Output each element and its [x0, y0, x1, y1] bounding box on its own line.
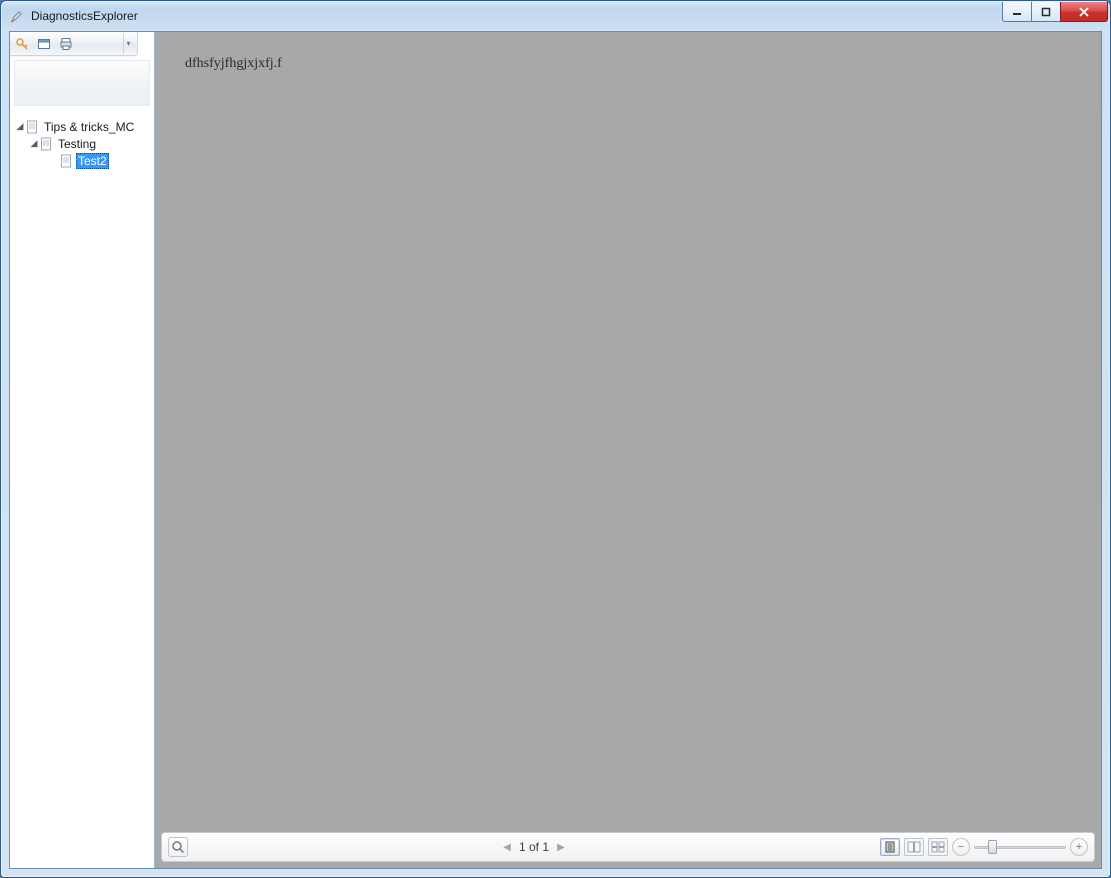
main-panel: dfhsfyjfhgjxjxfj.f ◀ 1 of 1 ▶ — [155, 32, 1101, 868]
page-navigator: ◀ 1 of 1 ▶ — [194, 840, 874, 854]
titlebar[interactable]: DiagnosticsExplorer — [1, 1, 1110, 31]
zoom-in-button[interactable]: + — [1070, 838, 1088, 856]
minimize-button[interactable] — [1002, 2, 1032, 22]
view-single-button[interactable] — [880, 838, 900, 856]
tree-label: Test2 — [76, 153, 109, 169]
page-icon — [60, 154, 74, 168]
view-thumbs-button[interactable] — [928, 838, 948, 856]
page-icon — [40, 137, 54, 151]
page-indicator: 1 of 1 — [519, 840, 549, 854]
print-icon[interactable] — [58, 36, 74, 52]
document-viewer[interactable]: dfhsfyjfhgjxjxfj.f — [155, 32, 1101, 832]
document-body-text: dfhsfyjfhgjxjxfj.f — [185, 56, 282, 72]
app-window: DiagnosticsExplorer — [0, 0, 1111, 878]
app-icon — [9, 8, 25, 24]
search-button[interactable] — [168, 837, 188, 857]
page-icon — [26, 120, 40, 134]
zoom-slider[interactable] — [974, 838, 1066, 856]
preview-box — [14, 60, 150, 106]
zoom-thumb[interactable] — [988, 840, 997, 854]
zoom-out-button[interactable]: − — [952, 838, 970, 856]
next-page-icon[interactable]: ▶ — [555, 842, 567, 853]
tree-node-child[interactable]: ◢ Testing — [10, 135, 154, 152]
tree-node-root[interactable]: ◢ Tips & tricks_MC — [10, 118, 154, 135]
tree-node-leaf[interactable]: Test2 — [10, 152, 154, 169]
toolbar-overflow-icon[interactable]: ▾ — [123, 34, 133, 54]
maximize-button[interactable] — [1031, 2, 1061, 22]
expand-caret-icon[interactable]: ◢ — [28, 138, 40, 149]
tree-label: Tips & tricks_MC — [42, 119, 136, 135]
window-title: DiagnosticsExplorer — [31, 9, 138, 23]
sidebar-toolbar: ▾ — [10, 32, 138, 56]
prev-page-icon[interactable]: ◀ — [501, 842, 513, 853]
sidebar: ▾ ◢ Tips & tricks_MC ◢ Testing — [10, 32, 155, 868]
tree-view[interactable]: ◢ Tips & tricks_MC ◢ Testing — [10, 116, 154, 868]
close-button[interactable] — [1060, 2, 1108, 22]
key-icon[interactable] — [14, 36, 30, 52]
window-controls — [1003, 2, 1108, 22]
expand-caret-icon[interactable]: ◢ — [14, 121, 26, 132]
window-icon[interactable] — [36, 36, 52, 52]
view-facing-button[interactable] — [904, 838, 924, 856]
client-area: ▾ ◢ Tips & tricks_MC ◢ Testing — [9, 31, 1102, 869]
tree-label: Testing — [56, 136, 98, 152]
viewer-footer: ◀ 1 of 1 ▶ − — [161, 832, 1095, 862]
